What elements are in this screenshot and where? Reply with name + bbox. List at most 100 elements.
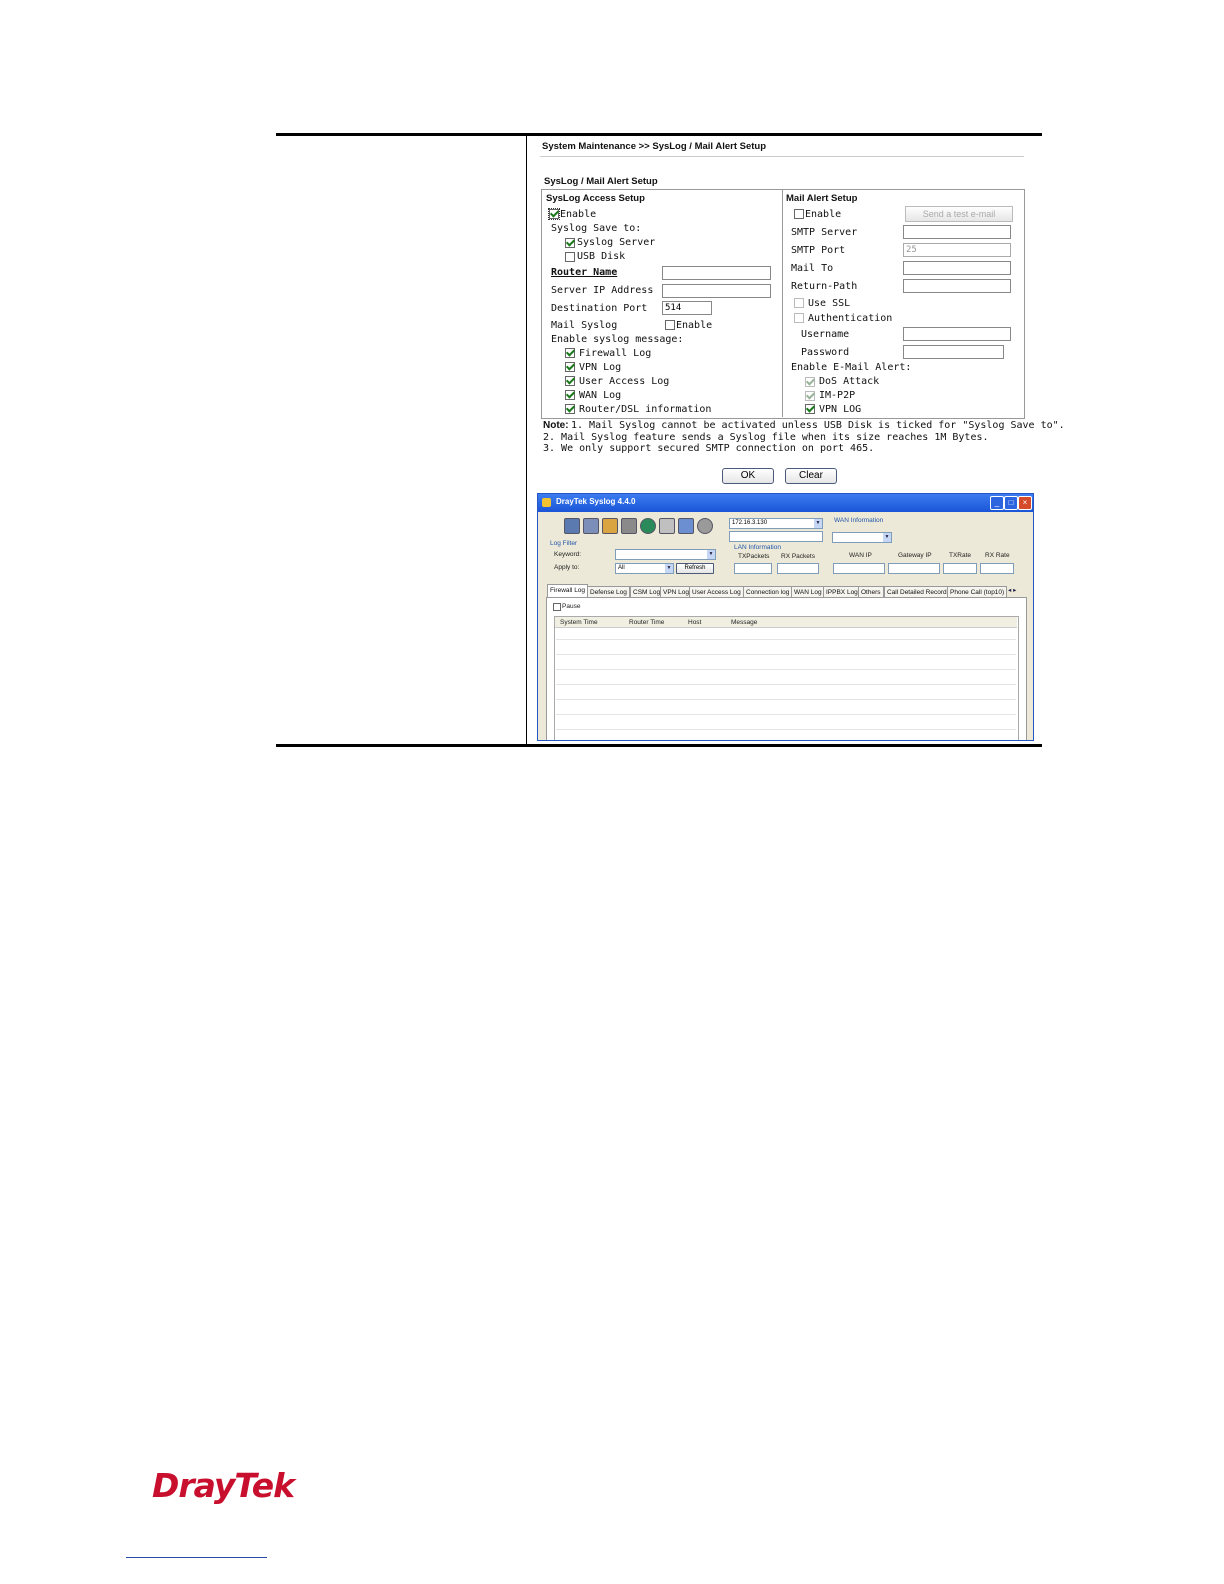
password-label: Password	[801, 347, 850, 358]
dest-port-label: Destination Port	[551, 303, 648, 314]
mail-title: Mail Alert Setup	[786, 193, 858, 204]
app-icon	[542, 498, 551, 507]
wan-log-checkbox[interactable]	[565, 390, 575, 400]
dos-attack-checkbox[interactable]	[805, 377, 815, 387]
wan-ip-field	[833, 563, 885, 574]
usb-disk-checkbox[interactable]	[565, 252, 575, 262]
syslog-enable-checkbox[interactable]	[548, 208, 560, 220]
table-row	[556, 669, 1016, 670]
dos-attack-label: DoS Attack	[819, 376, 880, 387]
syslog-title: SysLog Access Setup	[546, 193, 645, 204]
wan-ip-label: WAN IP	[849, 552, 872, 559]
section-title: SysLog / Mail Alert Setup	[544, 176, 658, 187]
chevron-down-icon: ▼	[814, 519, 822, 528]
tab-firewall-log[interactable]: Firewall Log	[547, 584, 589, 598]
chevron-down-icon: ▼	[665, 564, 673, 573]
smtp-port-input[interactable]: 25	[903, 243, 1011, 257]
log-table-header	[555, 617, 1017, 628]
tx-rate-field	[943, 563, 977, 574]
user-access-log-checkbox[interactable]	[565, 376, 575, 386]
tx-packets-field	[734, 563, 772, 574]
note-line-2: 2. Mail Syslog feature sends a Syslog fi…	[543, 432, 989, 443]
gateway-ip-label: Gateway IP	[898, 552, 932, 559]
col-message: Message	[731, 619, 758, 626]
pause-checkbox[interactable]	[553, 603, 561, 611]
mail-enable-checkbox[interactable]	[794, 209, 804, 219]
log-table	[554, 616, 1019, 740]
router-name-label: Router Name	[551, 267, 618, 278]
lan-info-label: LAN Information	[734, 544, 781, 551]
col-router-time: Router Time	[629, 619, 665, 626]
syslog-enable-label: Enable	[560, 209, 597, 220]
smtp-server-label: SMTP Server	[791, 227, 858, 238]
username-input[interactable]	[903, 327, 1011, 341]
router-ip-select[interactable]: 172.16.3.130 ▼	[729, 518, 823, 529]
firewall-log-checkbox[interactable]	[565, 348, 575, 358]
dest-port-input[interactable]: 514	[662, 301, 712, 315]
chevron-down-icon: ▼	[883, 533, 891, 542]
clear-button[interactable]: Clear	[785, 468, 837, 484]
rx-packets-label: RX Packets	[781, 553, 815, 560]
vpn-log-alert-checkbox[interactable]	[805, 404, 815, 414]
bottom-rule	[276, 744, 1042, 747]
edit-icon[interactable]	[602, 518, 618, 534]
password-input[interactable]	[903, 345, 1004, 359]
col-system-time: System Time	[560, 619, 598, 626]
return-path-input[interactable]	[903, 279, 1011, 293]
table-row	[556, 699, 1016, 700]
footer-rule	[126, 1557, 267, 1558]
apply-to-select[interactable]: All ▼	[615, 563, 674, 574]
use-ssl-checkbox[interactable]	[794, 298, 804, 308]
mail-to-input[interactable]	[903, 261, 1011, 275]
save-icon[interactable]	[564, 518, 580, 534]
syslog-server-label: Syslog Server	[577, 237, 656, 248]
user-access-log-label: User Access Log	[579, 376, 670, 387]
col-host: Host	[688, 619, 702, 626]
search-icon[interactable]	[678, 518, 694, 534]
smtp-server-input[interactable]	[903, 225, 1011, 239]
server-ip-input[interactable]	[662, 284, 771, 298]
keyword-input[interactable]: ▼	[615, 549, 716, 560]
vpn-log-checkbox[interactable]	[565, 362, 575, 372]
open-icon[interactable]	[583, 518, 599, 534]
syslog-server-checkbox[interactable]	[565, 238, 575, 248]
tools-icon[interactable]	[659, 518, 675, 534]
vpn-log-label: VPN Log	[579, 362, 622, 373]
tab-scroll-arrows-icon[interactable]: ◂ ▸	[1008, 586, 1016, 594]
table-row	[556, 729, 1016, 730]
im-p2p-checkbox[interactable]	[805, 391, 815, 401]
draytek-logo: DrayTek	[152, 1466, 295, 1505]
wan-select[interactable]: ▼	[832, 532, 892, 543]
minimize-icon[interactable]: _	[990, 496, 1004, 510]
tx-rate-label: TXRate	[949, 552, 972, 559]
table-row	[556, 714, 1016, 715]
note-line-1: 1. Mail Syslog cannot be activated unles…	[571, 420, 1065, 431]
breadcrumb-underline	[540, 156, 1024, 157]
usb-disk-label: USB Disk	[577, 251, 626, 262]
wan-info-label: WAN Information	[834, 517, 884, 524]
email-alert-label: Enable E-Mail Alert:	[791, 362, 912, 373]
print-icon[interactable]	[621, 518, 637, 534]
authentication-checkbox[interactable]	[794, 313, 804, 323]
mail-syslog-checkbox[interactable]	[665, 320, 675, 330]
router-dsl-info-checkbox[interactable]	[565, 404, 575, 414]
rx-rate-label: RX Rate	[985, 552, 1010, 559]
send-test-email-button[interactable]: Send a test e-mail	[905, 206, 1013, 222]
router-dsl-info-label: Router/DSL information	[579, 404, 712, 415]
refresh-button[interactable]: Refresh	[676, 563, 714, 574]
network-icon[interactable]	[640, 518, 656, 534]
im-p2p-label: IM-P2P	[819, 390, 856, 401]
router-name-input[interactable]	[662, 266, 771, 280]
rx-rate-field	[980, 563, 1014, 574]
refresh-icon[interactable]	[697, 518, 713, 534]
smtp-port-label: SMTP Port	[791, 245, 846, 256]
ok-button[interactable]: OK	[722, 468, 774, 484]
maximize-icon[interactable]: □	[1004, 496, 1018, 510]
server-ip-label: Server IP Address	[551, 285, 654, 296]
mail-enable-label: Enable	[805, 209, 842, 220]
router-ip-value: 172.16.3.130	[732, 520, 768, 526]
close-icon[interactable]: ×	[1018, 496, 1032, 510]
panel-divider	[782, 190, 783, 417]
note-prefix: Note:	[543, 420, 569, 431]
router-ip-extra	[729, 531, 823, 542]
